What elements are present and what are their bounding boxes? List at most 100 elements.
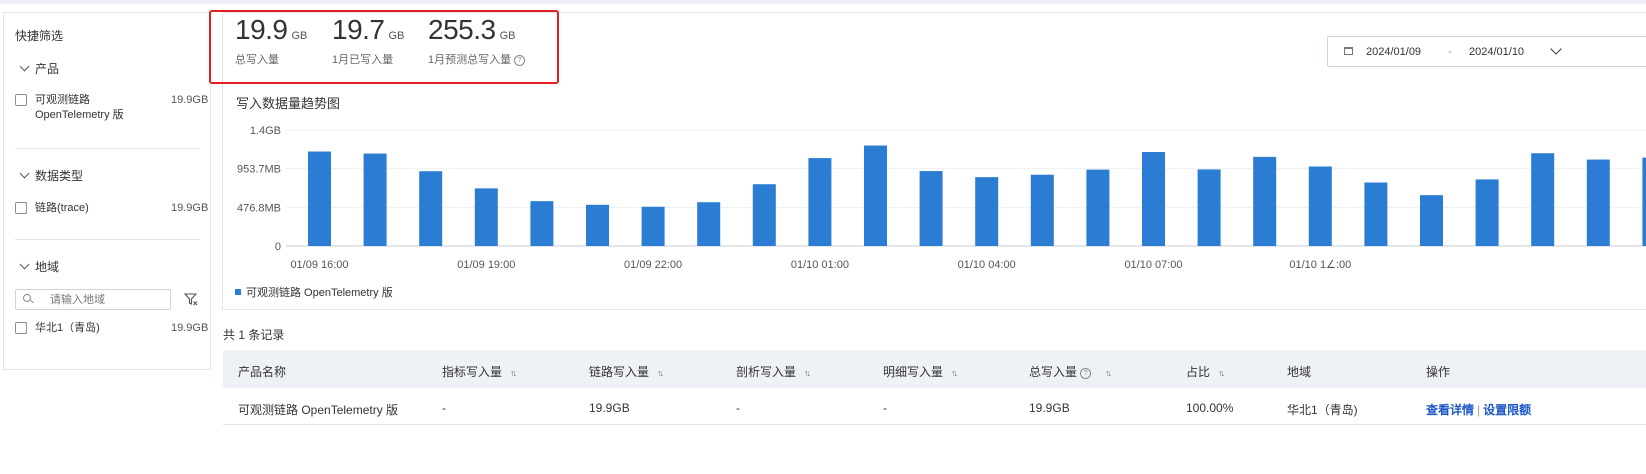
quick-filter-sidebar: 快捷筛选 产品 可观测链路 OpenTelemetry 版 19.9GB 数据类… xyxy=(3,12,211,370)
filter-product-label-line1: 可观测链路 xyxy=(35,94,90,106)
y-tick-label: 953.7MB xyxy=(237,164,281,176)
filter-datatype-label: 链路(trace) xyxy=(35,202,89,214)
col-label: 链路写入量 xyxy=(589,365,650,379)
col-label: 地域 xyxy=(1287,365,1312,379)
bar[interactable] xyxy=(975,177,999,246)
cell-ratio: 100.00% xyxy=(1186,401,1234,415)
date-range-picker[interactable]: 2024/01/09 - 2024/01/10 xyxy=(1327,36,1646,67)
region-search-box[interactable] xyxy=(15,289,171,310)
filter-product-count: 19.9GB xyxy=(171,94,209,106)
x-tick-label: 01/09 19:00 xyxy=(457,259,515,271)
x-tick-label: 01/10 07:00 xyxy=(1124,259,1182,271)
chevron-down-icon xyxy=(19,168,30,179)
x-tick-label: 01/10 04:00 xyxy=(958,259,1016,271)
col-ratio[interactable]: 占比 ↑↓ xyxy=(1186,363,1225,380)
cell-total: 19.9GB xyxy=(1029,401,1070,415)
top-strip xyxy=(0,0,1646,4)
bar[interactable] xyxy=(308,151,331,246)
sidebar-title: 快捷筛选 xyxy=(15,29,64,43)
filter-datatype-trace[interactable]: 链路(trace) 19.9GB xyxy=(15,201,209,217)
bar[interactable] xyxy=(1086,169,1110,246)
set-limit-link[interactable]: 设置限额 xyxy=(1483,403,1531,417)
table-header: 产品名称 指标写入量 ↑↓ 链路写入量 ↑↓ 剖析写入量 ↑↓ 明细写入量 ↑↓ 总写入… xyxy=(223,350,1646,388)
bar[interactable] xyxy=(752,184,776,246)
x-tick-label: 01/10 1∠:00 xyxy=(1289,259,1351,271)
checkbox[interactable] xyxy=(15,202,27,214)
y-tick-label: 0 xyxy=(275,241,281,253)
bar[interactable] xyxy=(808,158,832,246)
cell-metric: - xyxy=(442,401,446,415)
bar[interactable] xyxy=(1308,166,1332,246)
bar[interactable] xyxy=(474,188,498,246)
help-icon[interactable]: ? xyxy=(1080,368,1092,379)
region-search-input[interactable] xyxy=(50,292,165,307)
col-trace[interactable]: 链路写入量 ↑↓ xyxy=(589,363,664,380)
x-tick-label: 01/10 01:00 xyxy=(791,259,849,271)
chart-legend[interactable]: 可观测链路 OpenTelemetry 版 xyxy=(235,284,393,300)
filter-datatype-count: 19.9GB xyxy=(171,202,209,214)
bar[interactable] xyxy=(419,171,443,246)
bar[interactable] xyxy=(1642,157,1646,246)
bar[interactable] xyxy=(1420,195,1443,246)
action-separator: | xyxy=(1477,403,1481,417)
bar[interactable] xyxy=(1364,182,1388,246)
col-profile[interactable]: 剖析写入量 ↑↓ xyxy=(736,363,811,380)
filter-region-qingdao[interactable]: 华北1（青岛) 19.9GB xyxy=(15,321,208,337)
search-icon xyxy=(23,294,31,302)
col-total[interactable]: 总写入量? ↑↓ xyxy=(1029,363,1112,380)
table-row: 可观测链路 OpenTelemetry 版 - 19.9GB - - 19.9G… xyxy=(223,388,1646,425)
chevron-down-icon[interactable] xyxy=(1550,43,1562,55)
section-region-title: 地域 xyxy=(35,260,60,274)
bar[interactable] xyxy=(641,206,665,246)
date-start[interactable]: 2024/01/09 xyxy=(1366,46,1421,58)
sort-icon[interactable]: ↑↓ xyxy=(1105,368,1112,378)
date-separator: - xyxy=(1448,46,1452,58)
bar[interactable] xyxy=(919,171,943,246)
bar[interactable] xyxy=(1030,174,1054,246)
legend-swatch xyxy=(235,289,241,295)
col-region: 地域 xyxy=(1287,363,1311,380)
bar[interactable] xyxy=(1586,159,1610,246)
bar[interactable] xyxy=(1531,153,1555,246)
bar[interactable] xyxy=(1142,152,1165,246)
col-label: 操作 xyxy=(1426,365,1451,379)
clear-filter-icon[interactable] xyxy=(184,292,198,306)
bar[interactable] xyxy=(1197,169,1221,246)
bar[interactable] xyxy=(697,202,721,246)
section-region-header[interactable]: 地域 xyxy=(18,258,59,275)
x-tick-label: 01/09 22:00 xyxy=(624,259,682,271)
col-label: 产品名称 xyxy=(238,365,287,379)
col-detail[interactable]: 明细写入量 ↑↓ xyxy=(883,363,958,380)
section-datatype-title: 数据类型 xyxy=(35,169,84,183)
y-tick-label: 1.4GB xyxy=(250,125,281,137)
date-end[interactable]: 2024/01/10 xyxy=(1469,46,1524,58)
divider xyxy=(15,148,200,149)
calendar-icon xyxy=(1344,47,1353,55)
sort-icon[interactable]: ↑↓ xyxy=(1218,368,1225,378)
checkbox[interactable] xyxy=(15,94,27,106)
cell-product: 可观测链路 OpenTelemetry 版 xyxy=(238,403,399,417)
col-label: 剖析写入量 xyxy=(736,365,797,379)
col-metric[interactable]: 指标写入量 ↑↓ xyxy=(442,363,517,380)
section-datatype-header[interactable]: 数据类型 xyxy=(18,167,83,184)
bar[interactable] xyxy=(586,204,609,246)
bar[interactable] xyxy=(1475,179,1499,246)
section-product-header[interactable]: 产品 xyxy=(18,60,59,77)
bar[interactable] xyxy=(1253,156,1277,246)
filter-region-label: 华北1（青岛) xyxy=(35,322,100,334)
filter-product-otel[interactable]: 可观测链路 OpenTelemetry 版 19.9GB xyxy=(15,93,209,125)
y-tick-label: 476.8MB xyxy=(237,202,281,214)
col-label: 指标写入量 xyxy=(442,365,503,379)
bar[interactable] xyxy=(864,145,887,246)
records-count: 共 1 条记录 xyxy=(223,328,285,342)
sort-icon[interactable]: ↑↓ xyxy=(510,368,517,378)
col-label: 明细写入量 xyxy=(883,365,944,379)
sort-icon[interactable]: ↑↓ xyxy=(657,368,664,378)
view-details-link[interactable]: 查看详情 xyxy=(1426,403,1474,417)
sort-icon[interactable]: ↑↓ xyxy=(951,368,958,378)
x-tick-label: 01/09 16:00 xyxy=(290,259,348,271)
sort-icon[interactable]: ↑↓ xyxy=(804,368,811,378)
bar[interactable] xyxy=(363,153,387,246)
checkbox[interactable] xyxy=(15,322,27,334)
bar[interactable] xyxy=(530,201,554,246)
